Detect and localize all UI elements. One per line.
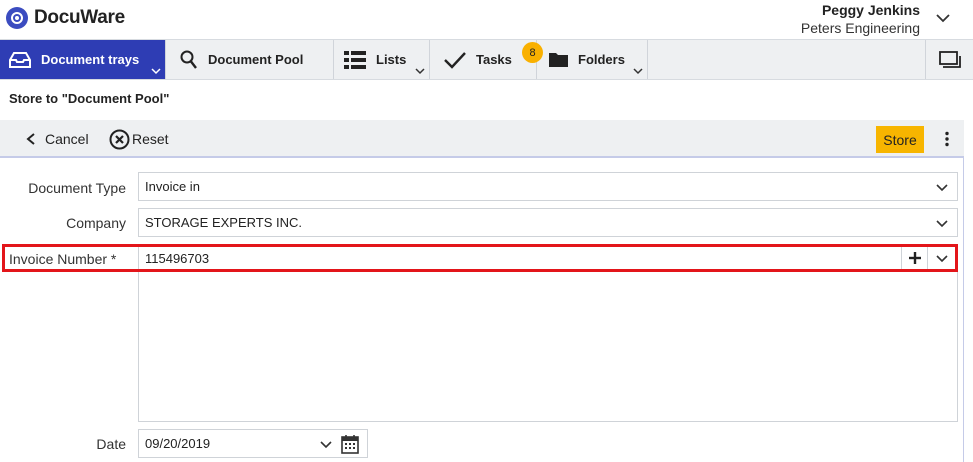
docuware-logo-icon <box>6 7 28 29</box>
cancel-label: Cancel <box>45 131 89 147</box>
checkmark-icon <box>444 51 466 69</box>
form-toolbar: Cancel Reset Store <box>0 120 964 158</box>
chevron-down-icon[interactable] <box>935 181 949 193</box>
top-header: DocuWare Peggy Jenkins Peters Engineerin… <box>0 0 973 39</box>
nav-tasks[interactable]: Tasks 8 <box>430 40 543 79</box>
invoice-number-dropdown[interactable] <box>927 247 955 269</box>
app-logo[interactable]: DocuWare <box>6 7 125 29</box>
document-type-label: Document Type <box>28 180 126 196</box>
more-options-icon[interactable] <box>944 131 950 147</box>
chevron-down-icon[interactable] <box>151 67 161 75</box>
close-circle-icon <box>109 129 130 149</box>
main-nav: Document trays Document Pool Lists Tasks… <box>0 39 973 80</box>
user-menu[interactable]: Peggy Jenkins Peters Engineering <box>801 2 920 38</box>
invoice-number-values-area[interactable] <box>138 272 958 422</box>
chevron-down-icon[interactable] <box>319 438 333 450</box>
reset-label: Reset <box>132 131 169 147</box>
nav-document-pool-label: Document Pool <box>208 52 304 67</box>
search-icon <box>180 50 198 70</box>
app-name: DocuWare <box>34 7 125 28</box>
chevron-down-icon[interactable] <box>935 10 951 26</box>
form-scroll-edge <box>963 158 964 462</box>
nav-document-trays[interactable]: Document trays <box>0 40 166 79</box>
nav-lists-label: Lists <box>376 52 407 67</box>
nav-document-pool[interactable]: Document Pool <box>166 40 334 79</box>
chevron-down-icon <box>935 255 948 263</box>
tray-icon <box>9 51 31 68</box>
store-button[interactable]: Store <box>876 126 924 153</box>
window-toggle-button[interactable] <box>925 40 973 79</box>
user-organization: Peters Engineering <box>800 20 920 36</box>
invoice-number-value: 115496703 <box>145 250 210 266</box>
company-value: STORAGE EXPERTS INC. <box>145 215 303 230</box>
nav-document-trays-label: Document trays <box>41 52 140 67</box>
window-icon <box>938 50 961 68</box>
reset-button[interactable]: Reset <box>109 120 169 158</box>
document-type-select[interactable]: Invoice in <box>138 172 958 201</box>
nav-tasks-label: Tasks <box>476 52 512 67</box>
date-value: 09/20/2019 <box>145 436 211 451</box>
user-name: Peggy Jenkins <box>821 2 920 18</box>
nav-lists[interactable]: Lists <box>334 40 430 79</box>
plus-icon <box>908 252 921 264</box>
chevron-left-icon <box>26 133 35 145</box>
chevron-down-icon[interactable] <box>935 217 949 229</box>
date-input[interactable]: 09/20/2019 <box>138 429 368 458</box>
add-value-button[interactable] <box>901 247 927 269</box>
nav-folders[interactable]: Folders <box>537 40 648 79</box>
document-type-value: Invoice in <box>145 179 200 194</box>
chevron-down-icon[interactable] <box>633 67 643 75</box>
cancel-button[interactable]: Cancel <box>25 120 89 158</box>
company-label: Company <box>66 215 126 231</box>
page-title: Store to "Document Pool" <box>9 91 170 106</box>
calendar-icon[interactable] <box>341 434 359 454</box>
invoice-number-input[interactable]: 115496703 <box>138 247 955 269</box>
list-icon <box>344 50 366 69</box>
invoice-number-label: Invoice Number * <box>9 251 117 267</box>
folder-icon <box>549 52 568 67</box>
chevron-down-icon[interactable] <box>415 67 425 75</box>
date-label: Date <box>96 436 126 452</box>
company-select[interactable]: STORAGE EXPERTS INC. <box>138 208 958 237</box>
nav-folders-label: Folders <box>578 52 625 67</box>
